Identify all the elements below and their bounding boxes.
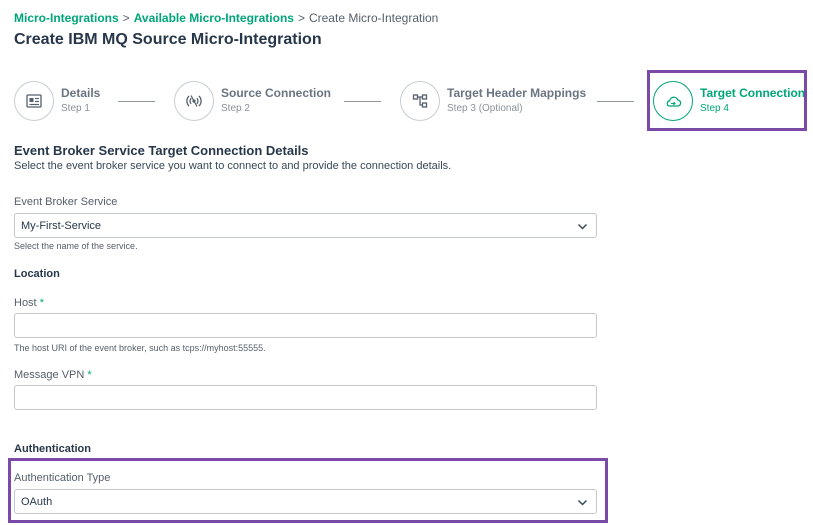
step-label: Details: [61, 86, 101, 100]
step-label: Source Connection: [221, 86, 332, 100]
step-connector: [597, 101, 634, 102]
mapping-icon: [400, 81, 440, 121]
message-vpn-label-text: Message VPN: [14, 369, 85, 381]
step-label: Target Header Mappings: [447, 86, 587, 100]
breadcrumb-current: Create Micro-Integration: [308, 11, 439, 25]
chevron-down-icon: [577, 223, 588, 230]
host-label: Host *: [14, 297, 44, 309]
step-details[interactable]: Details Step 1: [14, 80, 100, 122]
breadcrumb-separator: >: [297, 11, 305, 25]
highlight-authentication-type: [8, 458, 608, 523]
location-title: Location: [14, 268, 60, 280]
step-sub: Step 2: [221, 103, 250, 114]
message-vpn-input[interactable]: [14, 385, 597, 410]
required-marker: *: [39, 297, 44, 309]
section-title: Event Broker Service Target Connection D…: [14, 143, 309, 158]
host-label-text: Host: [14, 297, 37, 309]
step-sub: Step 3 (Optional): [447, 103, 523, 114]
step-sub: Step 1: [61, 103, 90, 114]
host-helper: The host URI of the event broker, such a…: [14, 343, 266, 353]
step-source-connection[interactable]: Source Connection Step 2: [174, 80, 331, 122]
breadcrumb-link-available[interactable]: Available Micro-Integrations: [134, 11, 294, 25]
message-vpn-label: Message VPN *: [14, 369, 92, 381]
step-target-header-mappings[interactable]: Target Header Mappings Step 3 (Optional): [400, 80, 586, 122]
highlight-step-target-connection: [647, 70, 807, 131]
breadcrumb: Micro-Integrations > Available Micro-Integ…: [14, 11, 438, 25]
event-broker-service-value: My-First-Service: [21, 219, 102, 232]
step-connector: [118, 101, 155, 102]
breadcrumb-separator: >: [122, 11, 130, 25]
event-broker-service-helper: Select the name of the service.: [14, 241, 138, 251]
page-title: Create IBM MQ Source Micro-Integration: [14, 31, 322, 48]
authentication-title: Authentication: [14, 443, 91, 455]
host-input[interactable]: [14, 313, 597, 338]
event-broker-service-label: Event Broker Service: [14, 196, 118, 208]
event-broker-service-select[interactable]: My-First-Service: [14, 213, 597, 238]
step-connector: [344, 101, 381, 102]
required-marker: *: [87, 369, 92, 381]
breadcrumb-link-micro-integrations[interactable]: Micro-Integrations: [14, 11, 119, 25]
details-icon: [14, 81, 54, 121]
section-description: Select the event broker service you want…: [14, 160, 452, 172]
connection-icon: [174, 81, 214, 121]
